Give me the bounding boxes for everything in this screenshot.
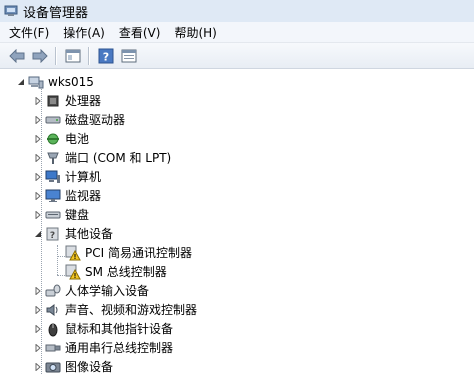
tree-item-label: 电池	[65, 132, 90, 146]
expand-arrow-icon[interactable]	[33, 362, 42, 371]
properties-icon	[121, 49, 137, 62]
tree-item-label: 鼠标和其他指针设备	[65, 322, 174, 336]
svg-text:?: ?	[103, 50, 109, 63]
expand-arrow-icon[interactable]	[33, 115, 42, 124]
show-hide-console-tree-button[interactable]	[62, 46, 84, 66]
tree-item-keyboards[interactable]: 键盘	[33, 205, 89, 224]
tree-item-monitors[interactable]: 监视器	[33, 186, 101, 205]
menu-bar: 文件(F) 操作(A) 查看(V) 帮助(H)	[0, 22, 474, 43]
tree-connector	[57, 245, 58, 275]
tree-item-usb-controllers[interactable]: 通用串行总线控制器	[33, 338, 173, 357]
tree-connector	[57, 275, 65, 276]
monitor-icon	[45, 188, 61, 204]
computer-icon	[28, 74, 44, 90]
hid-icon	[45, 283, 61, 299]
device-manager-icon	[4, 5, 18, 17]
tree-item-label: 监视器	[65, 189, 102, 203]
menu-file[interactable]: 文件(F)	[2, 24, 56, 41]
tree-connector	[57, 256, 65, 257]
port-icon	[45, 150, 61, 166]
menu-action[interactable]: 操作(A)	[56, 24, 112, 41]
expand-arrow-icon[interactable]	[33, 324, 42, 333]
tree-item-hid[interactable]: 人体学输入设备	[33, 281, 149, 300]
battery-icon	[45, 131, 61, 147]
disk-drive-icon	[45, 112, 61, 128]
tree-item-label: SM 总线控制器	[85, 265, 167, 279]
expand-arrow-icon[interactable]	[33, 153, 42, 162]
menu-view[interactable]: 查看(V)	[112, 24, 168, 41]
expand-arrow-icon[interactable]	[33, 172, 42, 181]
device-manager-window: 设备管理器 文件(F) 操作(A) 查看(V) 帮助(H) ? wks015 处…	[0, 0, 474, 376]
tree-item-label: 声音、视频和游戏控制器	[65, 303, 198, 317]
expand-arrow-icon[interactable]	[33, 96, 42, 105]
forward-button[interactable]	[29, 46, 51, 66]
help-icon: ?	[98, 48, 114, 63]
tree-item-label: 计算机	[65, 170, 102, 184]
speaker-icon	[45, 302, 61, 318]
tree-item-computer[interactable]: 计算机	[33, 167, 101, 186]
tree-item-disk-drives[interactable]: 磁盘驱动器	[33, 110, 125, 129]
tree-item-pci-controller[interactable]: PCI 简易通讯控制器	[65, 243, 192, 262]
tree-item-battery[interactable]: 电池	[33, 129, 89, 148]
tree-item-label: 图像设备	[65, 360, 114, 374]
tree-item-other-devices[interactable]: ? 其他设备	[33, 224, 113, 243]
tree-item-label: 人体学输入设备	[65, 284, 150, 298]
warning-device-icon	[65, 245, 81, 261]
title-bar: 设备管理器	[0, 0, 474, 22]
toolbar-separator	[55, 46, 57, 65]
tree-item-label: PCI 简易通讯控制器	[85, 246, 192, 260]
tree-item-sm-bus-controller[interactable]: SM 总线控制器	[65, 262, 167, 281]
tree-item-sound-video-game[interactable]: 声音、视频和游戏控制器	[33, 300, 197, 319]
usb-icon	[45, 340, 61, 356]
expand-arrow-icon[interactable]	[33, 343, 42, 352]
toolbar-separator	[88, 46, 90, 65]
tree-item-label: 通用串行总线控制器	[65, 341, 174, 355]
expand-arrow-icon[interactable]	[33, 210, 42, 219]
back-icon	[9, 48, 25, 63]
tree-item-label: 其他设备	[65, 227, 114, 241]
tree-item-label: 处理器	[65, 94, 102, 108]
tree-item-mice[interactable]: 鼠标和其他指针设备	[33, 319, 173, 338]
menu-help[interactable]: 帮助(H)	[167, 24, 223, 41]
tree-item-label: 键盘	[65, 208, 90, 222]
keyboard-icon	[45, 207, 61, 223]
collapse-arrow-icon[interactable]	[33, 229, 42, 238]
expand-arrow-icon[interactable]	[33, 134, 42, 143]
toolbar: ?	[0, 43, 474, 69]
mouse-icon	[45, 321, 61, 337]
tree-item-imaging-devices[interactable]: 图像设备	[33, 357, 113, 376]
window-title: 设备管理器	[23, 5, 89, 21]
expand-arrow-icon[interactable]	[33, 305, 42, 314]
expand-arrow-icon[interactable]	[33, 286, 42, 295]
expand-arrow-icon[interactable]	[33, 191, 42, 200]
tree-item-label: 磁盘驱动器	[65, 113, 126, 127]
properties-button[interactable]	[118, 46, 140, 66]
camera-icon	[45, 359, 61, 375]
back-button[interactable]	[6, 46, 28, 66]
svg-text:?: ?	[50, 231, 55, 241]
other-devices-icon: ?	[45, 226, 61, 242]
warning-device-icon	[65, 264, 81, 280]
tree-item-processor[interactable]: 处理器	[33, 91, 101, 110]
computer-icon	[45, 169, 61, 185]
help-button[interactable]: ?	[95, 46, 117, 66]
tree-item-ports[interactable]: 端口 (COM 和 LPT)	[33, 148, 171, 167]
device-tree: wks015 处理器 磁盘驱动器 电池 端口 (COM 和 LPT) 计算机 监…	[0, 69, 474, 376]
console-tree-icon	[65, 49, 81, 62]
tree-item-label: 端口 (COM 和 LPT)	[65, 151, 172, 165]
processor-icon	[45, 93, 61, 109]
collapse-arrow-icon[interactable]	[16, 77, 25, 86]
root-label: wks015	[48, 74, 94, 89]
forward-icon	[32, 48, 48, 63]
tree-root[interactable]: wks015	[16, 72, 94, 91]
